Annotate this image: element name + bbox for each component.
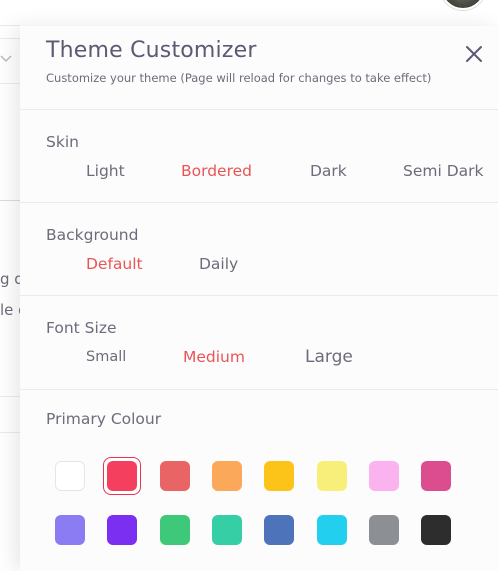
colour-swatch[interactable]: [421, 515, 451, 545]
colour-swatch[interactable]: [264, 515, 294, 545]
colour-swatch[interactable]: [369, 461, 399, 491]
close-icon[interactable]: [463, 43, 485, 65]
font-size-option-medium[interactable]: Medium: [183, 348, 245, 366]
customizer-subtitle: Customize your theme (Page will reload f…: [46, 71, 432, 85]
font-size-label: Font Size: [46, 319, 117, 337]
avatar[interactable]: [440, 0, 486, 10]
divider: [0, 83, 20, 84]
theme-customizer-panel: Theme Customizer Customize your theme (P…: [20, 26, 498, 571]
divider: [0, 396, 20, 397]
colour-swatch[interactable]: [160, 515, 190, 545]
colour-swatch[interactable]: [160, 461, 190, 491]
skin-option-semi-dark[interactable]: Semi Dark: [403, 162, 484, 180]
primary-colour-section: Primary Colour: [20, 390, 498, 571]
colour-swatch[interactable]: [212, 515, 242, 545]
customizer-header: Theme Customizer Customize your theme (P…: [20, 26, 498, 110]
colour-swatch[interactable]: [264, 461, 294, 491]
skin-option-light[interactable]: Light: [86, 162, 125, 180]
skin-label: Skin: [46, 133, 79, 151]
primary-colour-label: Primary Colour: [46, 410, 162, 428]
skin-option-bordered[interactable]: Bordered: [181, 162, 252, 180]
font-size-option-small[interactable]: Small: [86, 349, 126, 365]
font-size-option-large[interactable]: Large: [305, 347, 353, 367]
colour-swatch[interactable]: [107, 461, 137, 491]
background-option-daily[interactable]: Daily: [199, 255, 238, 273]
colour-swatch[interactable]: [55, 461, 85, 491]
colour-swatch[interactable]: [55, 515, 85, 545]
divider: [0, 25, 20, 26]
close-button[interactable]: [463, 43, 485, 65]
background-option-default[interactable]: Default: [86, 255, 143, 273]
colour-swatch[interactable]: [369, 515, 399, 545]
colour-swatch[interactable]: [421, 461, 451, 491]
font-size-section: Font Size Small Medium Large: [20, 296, 498, 390]
colour-swatch[interactable]: [107, 515, 137, 545]
colour-swatch[interactable]: [212, 461, 242, 491]
skin-option-dark[interactable]: Dark: [310, 162, 347, 180]
chevron-down-icon[interactable]: [0, 52, 14, 66]
colour-swatch[interactable]: [317, 461, 347, 491]
colour-swatch[interactable]: [317, 515, 347, 545]
divider: [0, 432, 20, 433]
customizer-title: Theme Customizer: [46, 38, 257, 63]
background-section: Background Default Daily: [20, 203, 498, 296]
background-label: Background: [46, 226, 139, 244]
skin-section: Skin Light Bordered Dark Semi Dark: [20, 110, 498, 203]
divider: [0, 38, 20, 39]
divider: [0, 200, 20, 201]
